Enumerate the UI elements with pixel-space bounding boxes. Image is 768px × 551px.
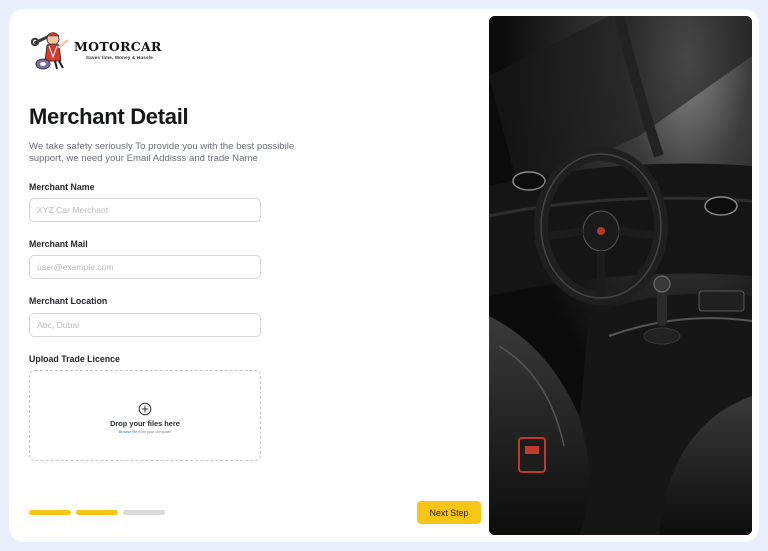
page-title: Merchant Detail [29,104,189,129]
car-interior-photo [489,16,752,535]
merchant-location-input[interactable] [29,313,261,337]
dropzone-hint: Browse file from your computer [119,430,172,434]
step-progress [29,510,165,515]
next-step-button[interactable]: Next Step [417,501,481,524]
progress-step-2 [76,510,118,515]
mechanic-mascot-icon [30,27,71,71]
merchant-name-input[interactable] [29,198,261,222]
merchant-name-label: Merchant Name [29,182,95,192]
file-dropzone[interactable]: Drop your files here Browse file from yo… [29,370,261,461]
brand-tagline: Saves time, Money & Hassle [86,54,153,60]
dropzone-title: Drop your files here [110,418,180,428]
plus-circle-icon [138,402,152,416]
brand-name: MOTORCAR [74,38,162,54]
browse-file-link[interactable]: Browse file [119,430,138,434]
merchant-mail-label: Merchant Mail [29,239,88,249]
upload-licence-label: Upload Trade Licence [29,354,120,364]
brand-logo: MOTORCAR Saves time, Money & Hassle [30,27,162,71]
merchant-location-label: Merchant Location [29,296,108,306]
app-card: MOTORCAR Saves time, Money & Hassle Merc… [9,9,759,542]
page-subtitle: We take safety seriously To provide you … [29,141,295,164]
merchant-mail-input[interactable] [29,255,261,279]
browse-hint-suffix: from your computer [137,429,172,434]
progress-step-3 [123,510,165,515]
progress-step-1 [29,510,71,515]
